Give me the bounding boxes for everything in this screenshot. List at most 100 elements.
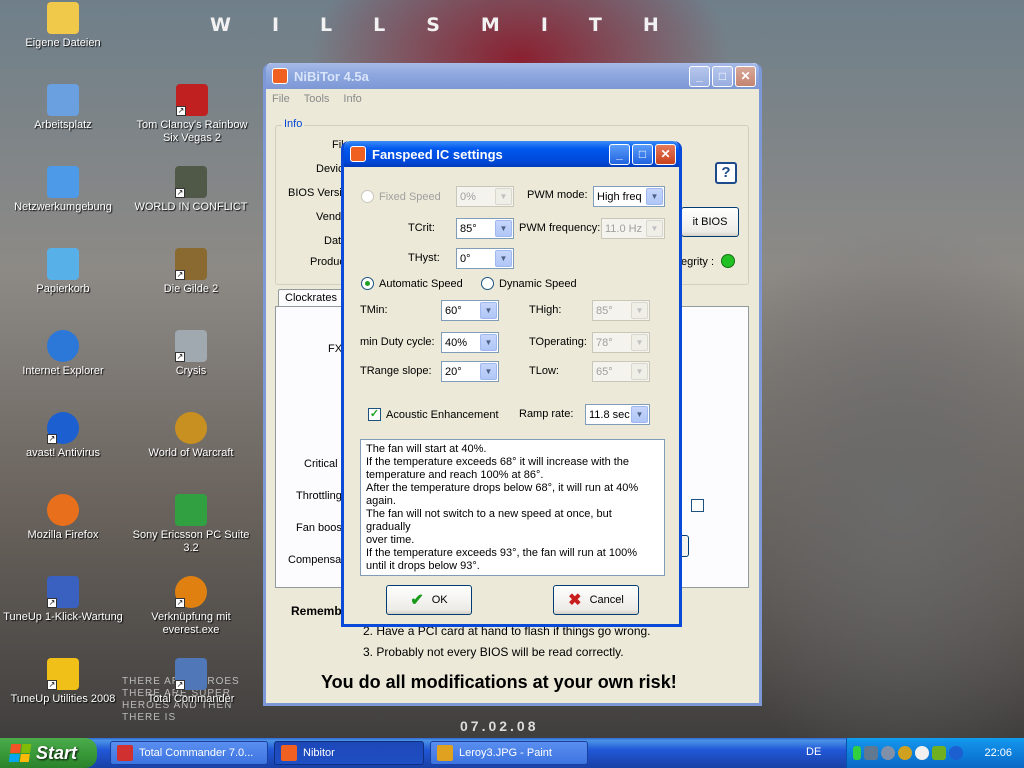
edit-bios-button[interactable]: it BIOS bbox=[681, 207, 739, 237]
taskbar-item-paint[interactable]: Leroy3.JPG - Paint bbox=[430, 741, 588, 765]
nvidia-tray-icon[interactable] bbox=[932, 746, 946, 760]
trange-slope-select[interactable]: 20° ▼ bbox=[441, 361, 499, 382]
info-label-date: Dat bbox=[324, 235, 342, 247]
tab-clockrates-label: Clockrates bbox=[285, 292, 337, 304]
automatic-speed-label: Automatic Speed bbox=[379, 277, 463, 290]
fixed-speed-radio[interactable]: Fixed Speed bbox=[361, 190, 441, 203]
close-button[interactable]: ✕ bbox=[655, 143, 676, 165]
min-duty-cycle-select[interactable]: 40% ▼ bbox=[441, 332, 499, 353]
thigh-select[interactable]: 85° ▼ bbox=[592, 300, 650, 321]
help-icon[interactable]: ? bbox=[715, 162, 737, 184]
desktop-icon-label: TuneUp 1-Klick-Wartung bbox=[3, 611, 123, 623]
cancel-button[interactable]: ✖ Cancel bbox=[553, 585, 639, 615]
ok-button[interactable]: ✔ OK bbox=[386, 585, 472, 615]
acoustic-enhancement-checkbox[interactable]: ✓ Acoustic Enhancement bbox=[368, 408, 499, 421]
recycle-bin-icon bbox=[47, 248, 79, 280]
volume-icon[interactable] bbox=[881, 746, 895, 760]
shortcut-arrow-icon: ↗ bbox=[47, 598, 57, 608]
chevron-down-icon: ▼ bbox=[495, 250, 512, 267]
nibitor-titlebar[interactable]: NiBiTor 4.5a _ □ ✕ bbox=[266, 63, 759, 89]
desktop-icon-netzwerkumgebung[interactable]: Netzwerkumgebung bbox=[3, 166, 123, 214]
panel-button-edge[interactable] bbox=[681, 535, 689, 557]
nibitor-app-icon bbox=[272, 68, 288, 84]
panel-label-compensation: Compensati bbox=[288, 554, 347, 566]
network-tray-icon[interactable] bbox=[864, 746, 878, 760]
menu-file[interactable]: File bbox=[272, 93, 290, 105]
thyst-value: 0° bbox=[460, 252, 471, 265]
dynamic-speed-radio[interactable]: Dynamic Speed bbox=[481, 277, 577, 290]
desktop-icon-papierkorb[interactable]: Papierkorb bbox=[3, 248, 123, 296]
desktop-icon-eigene-dateien[interactable]: Eigene Dateien bbox=[3, 2, 123, 50]
world-in-conflict-icon: ↗ bbox=[175, 166, 207, 198]
description-line: over time. bbox=[366, 534, 415, 546]
thyst-select[interactable]: 0° ▼ bbox=[456, 248, 514, 269]
pwm-mode-select[interactable]: High freq ▼ bbox=[593, 186, 665, 207]
chevron-down-icon: ▼ bbox=[495, 188, 512, 205]
pwm-frequency-select[interactable]: 11.0 Hz ▼ bbox=[601, 218, 665, 239]
desktop-icon-die-gilde[interactable]: ↗ Die Gilde 2 bbox=[131, 248, 251, 296]
shortcut-arrow-icon: ↗ bbox=[175, 352, 185, 362]
taskbar-item-total-commander[interactable]: Total Commander 7.0... bbox=[110, 741, 268, 765]
battery-icon[interactable] bbox=[853, 746, 861, 760]
close-button[interactable]: ✕ bbox=[735, 65, 756, 87]
desktop-icon-sony-ericsson[interactable]: Sony Ericsson PC Suite 3.2 bbox=[131, 494, 251, 555]
maximize-button[interactable]: □ bbox=[632, 143, 653, 165]
automatic-speed-radio-dot bbox=[361, 277, 374, 290]
clock[interactable]: 22:06 bbox=[984, 747, 1012, 759]
desktop-icon-firefox[interactable]: Mozilla Firefox bbox=[3, 494, 123, 542]
desktop-icon-crysis[interactable]: ↗ Crysis bbox=[131, 330, 251, 378]
fixed-speed-select[interactable]: 0% ▼ bbox=[456, 186, 514, 207]
desktop-icon-arbeitsplatz[interactable]: Arbeitsplatz bbox=[3, 84, 123, 132]
start-button[interactable]: Start bbox=[0, 738, 97, 768]
desktop-icon-world-of-warcraft[interactable]: World of Warcraft bbox=[131, 412, 251, 460]
tmin-value: 60° bbox=[445, 304, 462, 317]
desktop-icon-total-commander[interactable]: ↗ Total Commander bbox=[131, 658, 251, 706]
tuneup-icon: ↗ bbox=[47, 576, 79, 608]
maximize-button[interactable]: □ bbox=[712, 65, 733, 87]
tcrit-value: 85° bbox=[460, 222, 477, 235]
taskbar-item-nibitor[interactable]: Nibitor bbox=[274, 741, 424, 765]
automatic-speed-radio[interactable]: Automatic Speed bbox=[361, 277, 463, 290]
chevron-down-icon: ▼ bbox=[631, 302, 648, 319]
tmin-select[interactable]: 60° ▼ bbox=[441, 300, 499, 321]
fanspeed-title: Fanspeed IC settings bbox=[372, 146, 503, 162]
thigh-value: 85° bbox=[596, 304, 613, 317]
pwm-frequency-value: 11.0 Hz bbox=[605, 222, 643, 235]
ramp-rate-select[interactable]: 11.8 sec ▼ bbox=[585, 404, 650, 425]
tab-clockrates[interactable]: Clockrates bbox=[278, 289, 344, 307]
desktop-icon-tuneup-utilities[interactable]: ↗ TuneUp Utilities 2008 bbox=[3, 658, 123, 706]
die-gilde-icon: ↗ bbox=[175, 248, 207, 280]
language-indicator[interactable]: DE bbox=[806, 746, 821, 758]
panel-checkbox[interactable] bbox=[691, 499, 704, 512]
desktop-icon-world-in-conflict[interactable]: ↗ WORLD IN CONFLICT bbox=[131, 166, 251, 214]
minimize-button[interactable]: _ bbox=[689, 65, 710, 87]
minimize-button[interactable]: _ bbox=[609, 143, 630, 165]
firefox-icon bbox=[47, 494, 79, 526]
tlow-select[interactable]: 65° ▼ bbox=[592, 361, 650, 382]
toperating-value: 78° bbox=[596, 336, 613, 349]
panel-label-throttling: Throttling bbox=[296, 490, 342, 502]
desktop-icon-tuneup-wartung[interactable]: ↗ TuneUp 1-Klick-Wartung bbox=[3, 576, 123, 624]
toperating-select[interactable]: 78° ▼ bbox=[592, 332, 650, 353]
info-tray-icon[interactable] bbox=[915, 746, 929, 760]
desktop-icon-label: Crysis bbox=[175, 365, 207, 377]
tcrit-select[interactable]: 85° ▼ bbox=[456, 218, 514, 239]
menu-info[interactable]: Info bbox=[343, 93, 361, 105]
tmin-label: TMin: bbox=[360, 304, 388, 316]
desktop-icon-internet-explorer[interactable]: Internet Explorer bbox=[3, 330, 123, 378]
info-label-device: Devic bbox=[316, 163, 344, 175]
avast-tray-icon[interactable] bbox=[949, 746, 963, 760]
everest-tray-icon[interactable] bbox=[898, 746, 912, 760]
desktop-icon-avast[interactable]: ↗ avast! Antivirus bbox=[3, 412, 123, 460]
desktop-icon-everest[interactable]: ↗ Verknüpfung mit everest.exe bbox=[131, 576, 251, 637]
fanspeed-titlebar[interactable]: Fanspeed IC settings _ □ ✕ bbox=[344, 141, 679, 167]
menu-tools[interactable]: Tools bbox=[304, 93, 330, 105]
dynamic-speed-radio-dot bbox=[481, 277, 494, 290]
desktop-icon-label: Internet Explorer bbox=[22, 365, 104, 377]
description-line: The fan will start at 40%. bbox=[366, 443, 487, 455]
desktop-icon-rainbow-six[interactable]: ↗ Tom Clancy's Rainbow Six Vegas 2 bbox=[131, 84, 253, 145]
risk-warning: You do all modifications at your own ris… bbox=[321, 672, 677, 692]
thigh-label: THigh: bbox=[529, 304, 562, 316]
description-line: again. bbox=[366, 495, 396, 507]
chevron-down-icon: ▼ bbox=[631, 363, 648, 380]
